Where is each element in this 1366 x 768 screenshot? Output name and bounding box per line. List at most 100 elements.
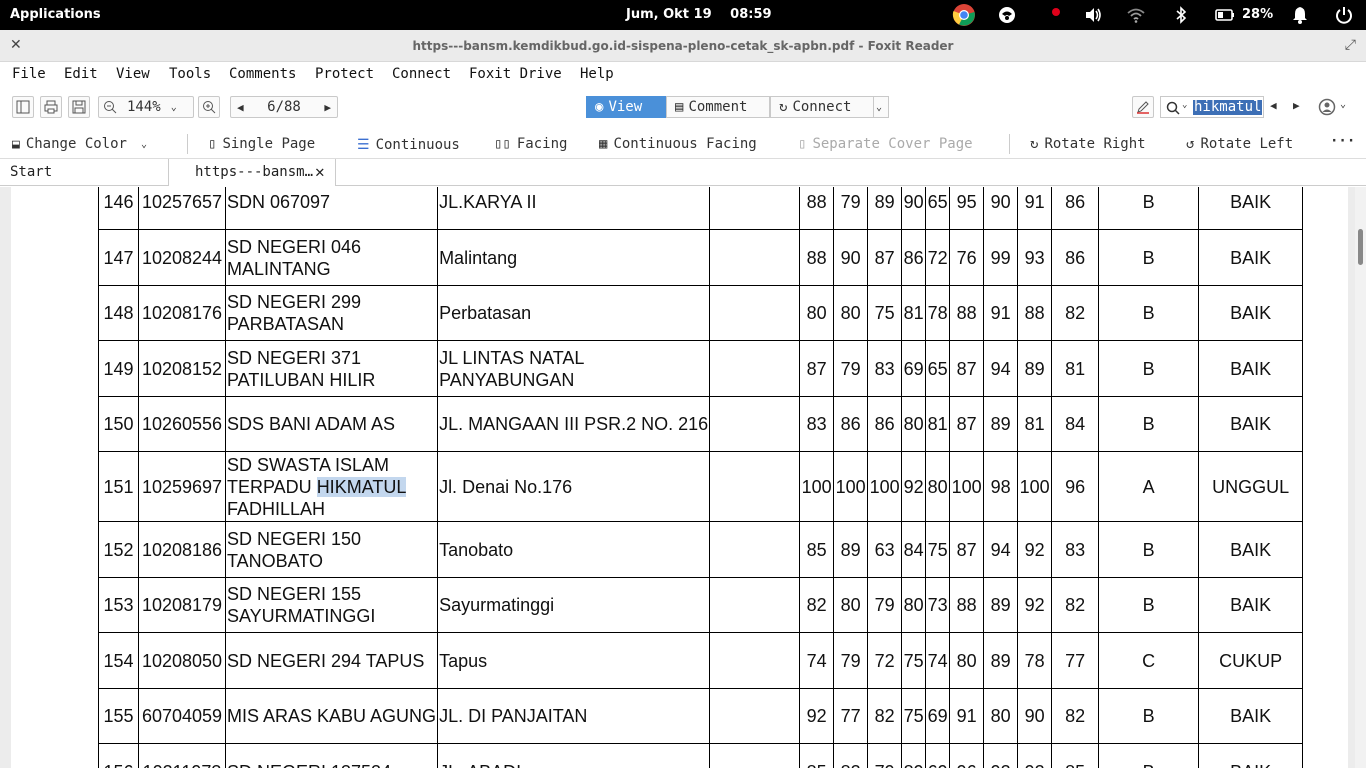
rotate-left-button[interactable]: ↺ Rotate Left bbox=[1186, 136, 1293, 152]
page-number-input[interactable]: 6/88 bbox=[267, 99, 301, 115]
system-clock[interactable]: Jum, Okt 19 08:59 bbox=[626, 7, 772, 22]
rotate-left-icon: ↺ bbox=[1186, 136, 1195, 152]
address-line: Tanobato bbox=[439, 539, 514, 560]
network-manager-icon[interactable] bbox=[997, 5, 1017, 25]
search-previous-icon[interactable]: ◀ bbox=[1270, 99, 1277, 112]
chrome-icon[interactable] bbox=[952, 3, 976, 27]
bluetooth-icon[interactable] bbox=[1171, 5, 1191, 25]
score-cell: 77 bbox=[833, 688, 869, 744]
rotate-right-button[interactable]: ↻ Rotate Right bbox=[1030, 136, 1146, 152]
score-cell: 85 bbox=[799, 743, 835, 768]
continuous-facing-button[interactable]: ▦ Continuous Facing bbox=[599, 136, 757, 152]
tab-document[interactable]: https---bansm… ✕ bbox=[168, 159, 336, 186]
volume-icon[interactable] bbox=[1083, 5, 1103, 25]
menu-protect[interactable]: Protect bbox=[315, 66, 374, 82]
battery-icon[interactable] bbox=[1215, 5, 1235, 25]
print-button[interactable] bbox=[40, 96, 62, 118]
document-tabs: Start https---bansm… ✕ bbox=[0, 158, 1366, 186]
menu-tools[interactable]: Tools bbox=[169, 66, 211, 82]
menu-file[interactable]: File bbox=[12, 66, 46, 82]
more-options-button[interactable]: ··· bbox=[1330, 133, 1355, 149]
menu-connect[interactable]: Connect bbox=[392, 66, 451, 82]
score-cell: 90 bbox=[983, 187, 1019, 230]
address-cell: Sayurmatinggi bbox=[437, 577, 711, 633]
search-next-icon[interactable]: ▶ bbox=[1293, 99, 1300, 112]
school-name-line: SD NEGERI 046 bbox=[227, 236, 362, 257]
color-palette-icon: ⬓ bbox=[12, 136, 20, 152]
zoom-level[interactable]: 144% bbox=[127, 99, 161, 115]
facing-button[interactable]: ▯▯ Facing bbox=[494, 136, 567, 152]
score-cell: 89 bbox=[1017, 340, 1053, 397]
address-line: JL. DI PANJAITAN bbox=[439, 706, 588, 726]
school-name-line: SAYURMATINGGI bbox=[227, 606, 376, 626]
scrollbar-thumb[interactable] bbox=[1358, 229, 1363, 265]
next-page-icon[interactable]: ▶ bbox=[324, 101, 331, 114]
row-number-cell: 152 bbox=[98, 521, 139, 578]
date-label: Jum, Okt 19 bbox=[626, 7, 712, 22]
score-cell: 92 bbox=[1017, 521, 1053, 578]
score-cell: 80 bbox=[901, 396, 927, 452]
facing-icon: ▯▯ bbox=[494, 136, 511, 152]
zoom-out-icon[interactable] bbox=[103, 100, 117, 114]
row-number-cell: 149 bbox=[98, 340, 139, 397]
menu-foxit-drive[interactable]: Foxit Drive bbox=[469, 66, 562, 82]
document-viewport[interactable]: 146 10257657 SDN 067097 JL.KARYA II 88 79 89 90… bbox=[0, 187, 1366, 768]
continuous-label: Continuous bbox=[375, 137, 460, 153]
zoom-in-button[interactable] bbox=[198, 96, 220, 118]
view-mode-button[interactable]: ◉ View bbox=[586, 96, 666, 118]
tab-start[interactable]: Start bbox=[10, 159, 52, 186]
continuous-facing-icon: ▦ bbox=[599, 136, 608, 152]
continuous-button[interactable]: ☰ Continuous bbox=[357, 137, 460, 153]
window-titlebar: ✕ https---bansm.kemdikbud.go.id-sispena-… bbox=[0, 30, 1366, 62]
menu-help[interactable]: Help bbox=[580, 66, 614, 82]
menu-edit[interactable]: Edit bbox=[64, 66, 98, 82]
separate-cover-page-button[interactable]: ▯ Separate Cover Page bbox=[798, 136, 973, 152]
rotate-left-label: Rotate Left bbox=[1200, 136, 1294, 152]
mode-dropdown-button[interactable]: ⌄ bbox=[873, 96, 889, 118]
menu-view[interactable]: View bbox=[116, 66, 150, 82]
school-name-line: SDN 067097 bbox=[227, 191, 331, 212]
score-cell: 79 bbox=[833, 187, 869, 230]
school-name-line: FADHILLAH bbox=[227, 498, 326, 519]
score-cell: 81 bbox=[1017, 396, 1053, 452]
score-cell: 65 bbox=[925, 340, 951, 397]
account-icon[interactable] bbox=[1318, 98, 1336, 116]
npsn-cell: 10211973 bbox=[138, 743, 226, 768]
previous-page-icon[interactable]: ◀ bbox=[237, 101, 244, 114]
school-name-line: TERPADU HIKMATUL bbox=[227, 476, 436, 498]
score-cell: 83 bbox=[799, 396, 835, 452]
save-button[interactable] bbox=[68, 96, 90, 118]
sidebar-toggle-button[interactable] bbox=[12, 96, 34, 118]
address-cell: Tapus bbox=[437, 632, 711, 689]
row-number-cell: 148 bbox=[98, 285, 139, 341]
final-score-cell: 81 bbox=[1051, 340, 1100, 397]
tab-close-icon[interactable]: ✕ bbox=[315, 162, 325, 181]
change-color-button[interactable]: ⬓ Change Color ⌄ bbox=[12, 136, 147, 152]
school-name-line: PATILUBAN HILIR bbox=[227, 369, 376, 390]
account-dropdown-icon[interactable]: ⌄ bbox=[1340, 99, 1346, 110]
search-input[interactable]: ⌄ hikmatul bbox=[1160, 96, 1264, 118]
score-cell: 87 bbox=[867, 229, 903, 286]
zoom-dropdown-icon[interactable]: ⌄ bbox=[171, 102, 177, 113]
vertical-scrollbar[interactable] bbox=[1355, 187, 1366, 768]
score-cell: 81 bbox=[925, 396, 951, 452]
comment-mode-button[interactable]: ▤ Comment bbox=[666, 96, 770, 118]
score-cell: 88 bbox=[949, 285, 985, 341]
menu-comments[interactable]: Comments bbox=[229, 66, 296, 82]
search-options-icon[interactable]: ⌄ bbox=[1182, 100, 1187, 110]
score-cell: 84 bbox=[901, 521, 927, 578]
single-page-button[interactable]: ▯ Single Page bbox=[208, 136, 315, 152]
score-cell: 80 bbox=[901, 577, 927, 633]
grade-cell: B bbox=[1098, 340, 1200, 397]
notifications-bell-icon[interactable] bbox=[1290, 5, 1310, 25]
score-cell: 79 bbox=[867, 577, 903, 633]
school-name-line: SDS BANI ADAM AS bbox=[227, 414, 396, 434]
wifi-icon[interactable] bbox=[1126, 5, 1146, 25]
power-icon[interactable] bbox=[1334, 5, 1354, 25]
connect-mode-button[interactable]: ↻ Connect bbox=[770, 96, 874, 118]
window-maximize-button[interactable]: ⤢ bbox=[1345, 37, 1356, 53]
score-cell: 82 bbox=[833, 743, 869, 768]
table-row: 149 10208152 SD NEGERI 371 PATILUBAN HILIR J… bbox=[98, 340, 1304, 397]
applications-menu[interactable]: Applications bbox=[10, 7, 101, 22]
highlight-tool-button[interactable] bbox=[1132, 96, 1154, 118]
